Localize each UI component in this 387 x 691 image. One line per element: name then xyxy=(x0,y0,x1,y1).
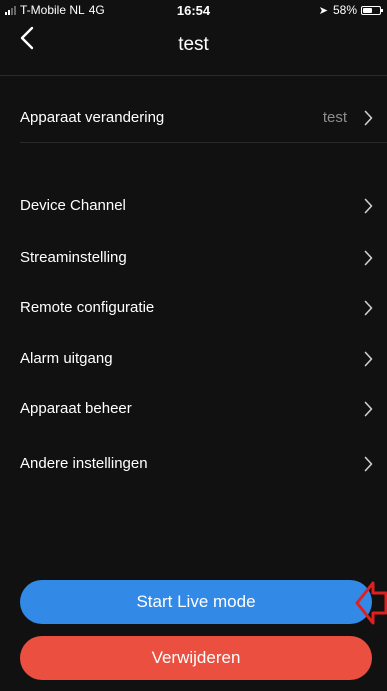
menu-item-label: Alarm uitgang xyxy=(20,350,113,367)
battery-icon xyxy=(361,5,383,15)
chevron-right-icon xyxy=(364,250,373,266)
divider xyxy=(0,75,387,76)
menu-item-device-channel[interactable]: Device Channel xyxy=(0,181,387,231)
delete-button[interactable]: Verwijderen xyxy=(20,636,372,680)
battery-percentage: 58% xyxy=(332,3,357,17)
menu-item-apparaat-beheer[interactable]: Apparaat beheer xyxy=(0,384,387,434)
chevron-left-icon xyxy=(20,26,34,50)
chevron-right-icon xyxy=(364,351,373,367)
page-title: test xyxy=(178,34,209,55)
menu-item-alarm-uitgang[interactable]: Alarm uitgang xyxy=(0,334,387,384)
chevron-right-icon xyxy=(364,198,373,214)
menu-item-label: Streaminstelling xyxy=(20,249,127,266)
location-arrow-icon: ➤ xyxy=(318,4,328,17)
menu-item-streaminstelling[interactable]: Streaminstelling xyxy=(0,233,387,283)
status-right: ➤ 58% xyxy=(318,3,383,17)
annotation-arrow-icon xyxy=(355,581,387,625)
menu-item-label: Device Channel xyxy=(20,197,126,214)
menu-item-label: Apparaat beheer xyxy=(20,400,132,417)
status-bar: T-Mobile NL 4G 16:54 ➤ 58% xyxy=(0,0,387,20)
navigation-bar: test xyxy=(0,20,387,70)
device-change-row[interactable]: Apparaat verandering test xyxy=(0,93,387,143)
start-live-mode-button[interactable]: Start Live mode xyxy=(20,580,372,624)
chevron-right-icon xyxy=(364,110,373,126)
divider xyxy=(20,142,387,143)
back-button[interactable] xyxy=(20,26,50,62)
chevron-right-icon xyxy=(364,300,373,316)
menu-item-andere-instellingen[interactable]: Andere instellingen xyxy=(0,439,387,489)
menu-item-remote-configuratie[interactable]: Remote configuratie xyxy=(0,283,387,333)
chevron-right-icon xyxy=(364,456,373,472)
menu-item-label: Remote configuratie xyxy=(20,299,155,316)
device-name-value: test xyxy=(322,109,347,126)
menu-item-label: Andere instellingen xyxy=(20,455,148,472)
chevron-right-icon xyxy=(364,401,373,417)
device-change-label: Apparaat verandering xyxy=(20,109,165,126)
